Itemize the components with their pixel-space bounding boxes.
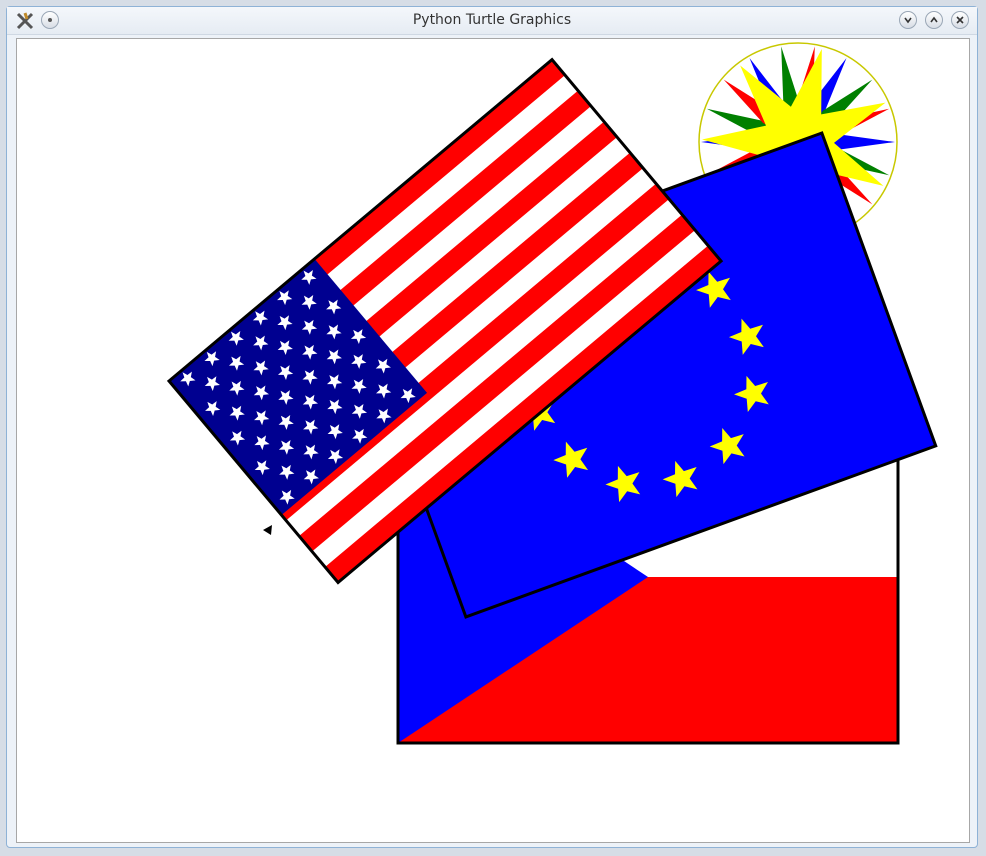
turtle-window: Python Turtle Graphics [6, 6, 978, 848]
close-icon [956, 16, 964, 24]
minimize-button[interactable] [899, 11, 917, 29]
maximize-icon [930, 16, 938, 23]
title-bar[interactable]: Python Turtle Graphics [7, 7, 977, 35]
window-title: Python Turtle Graphics [412, 12, 572, 28]
minimize-icon [904, 17, 912, 24]
drawing [166, 42, 938, 745]
turtle-cursor-icon [263, 525, 272, 535]
close-button[interactable] [951, 11, 969, 29]
maximize-button[interactable] [925, 11, 943, 29]
turtle-canvas[interactable] [16, 38, 970, 843]
